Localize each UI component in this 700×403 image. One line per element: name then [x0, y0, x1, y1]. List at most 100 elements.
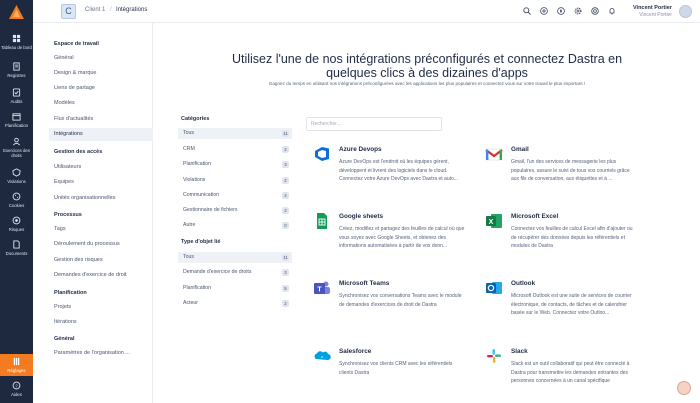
- menu-item-iterations[interactable]: Itérations: [54, 319, 77, 325]
- integration-card-gmail[interactable]: Gmail Gmail, l'un des services de messag…: [484, 144, 640, 204]
- menu-item-news-feed[interactable]: Flux d'actualités: [54, 116, 93, 122]
- teams-icon: T: [314, 281, 330, 294]
- nav-label: Violations: [7, 179, 26, 184]
- menu-item-teams[interactable]: Equipes: [54, 179, 74, 185]
- risks-icon: [12, 216, 21, 225]
- svg-text:sf: sf: [321, 355, 324, 359]
- category-all[interactable]: Tous 11: [178, 128, 292, 139]
- category-count: 3: [282, 161, 289, 168]
- nav-registers[interactable]: Registres: [0, 62, 33, 78]
- section-title: Espace de travail: [54, 41, 99, 47]
- menu-item-org-settings[interactable]: Paramètres de l'organisation ...: [54, 350, 130, 356]
- integration-card-salesforce[interactable]: sf Salesforce Synchronisez vos clients C…: [312, 346, 468, 403]
- integration-card-outlook[interactable]: Outlook Microsoft Outlook est une suite …: [484, 278, 640, 338]
- integration-card-teams[interactable]: T Microsoft Teams Synchronisez vos conve…: [312, 278, 468, 338]
- category-file-manager[interactable]: Gestionnaire de fichiers 2: [178, 205, 292, 216]
- menu-item-share-links[interactable]: Liens de partage: [54, 85, 95, 91]
- menu-item-org-units[interactable]: Unités organisationnelles: [54, 195, 115, 201]
- avatar[interactable]: [679, 5, 692, 18]
- menu-item-integrations[interactable]: Intégrations: [49, 128, 153, 141]
- nav-audits[interactable]: Audits: [0, 88, 33, 104]
- category-planning[interactable]: Planification 3: [178, 159, 292, 170]
- menu-item-tags[interactable]: Tags: [54, 226, 66, 232]
- menu-item-design[interactable]: Design & marque: [54, 70, 97, 76]
- menu-item-rights-requests[interactable]: Demandes d'exercice de droit: [54, 272, 127, 278]
- chat-assistant-avatar[interactable]: [677, 381, 691, 395]
- nav-documents[interactable]: Documents: [0, 240, 33, 256]
- object-type-count: 5: [282, 285, 289, 292]
- object-type-planning[interactable]: Planification 5: [178, 283, 292, 294]
- object-type-rights-requests[interactable]: Demande d'exercice de droits 3: [178, 267, 292, 278]
- category-communication[interactable]: Communication 4: [178, 190, 292, 201]
- nav-label: Risques: [8, 227, 25, 232]
- user-name[interactable]: Vincent Portier: [633, 5, 672, 11]
- dastra-logo-icon[interactable]: [9, 5, 24, 19]
- page-subtitle: Gagnez du temps en utilisant nos intégra…: [268, 81, 586, 86]
- nav-risks[interactable]: Risques: [0, 216, 33, 232]
- menu-item-templates[interactable]: Modèles: [54, 100, 75, 106]
- documents-icon: [13, 240, 20, 249]
- nav-planning[interactable]: Planification: [0, 112, 33, 128]
- menu-item-projects[interactable]: Projets: [54, 304, 71, 310]
- menu-item-risk-management[interactable]: Gestion des risques: [54, 257, 103, 263]
- cookies-icon: [12, 192, 21, 201]
- integration-card-google-sheets[interactable]: Google sheets Créez, modifiez et partage…: [312, 211, 468, 271]
- lifebuoy-icon[interactable]: [591, 7, 599, 15]
- integration-card-azure-devops[interactable]: Azure Devops Azure DevOps est l'endroit …: [312, 144, 468, 204]
- category-label: Planification: [183, 161, 211, 167]
- nav-label: Tableau de bord: [1, 45, 32, 50]
- settings-menu: Espace de travail Général Design & marqu…: [33, 23, 153, 403]
- integration-card-slack[interactable]: Slack Slack est un outil collaboratif qu…: [484, 346, 640, 403]
- dashboard-icon: [12, 34, 21, 43]
- breadcrumb-separator: /: [110, 7, 112, 13]
- integration-name: Outlook: [511, 280, 536, 287]
- integration-description: Slack est un outil collaboratif qui peut…: [511, 361, 630, 384]
- azure-devops-icon: [315, 147, 329, 161]
- search-icon[interactable]: [523, 7, 531, 15]
- nav-cookies[interactable]: Cookies: [0, 192, 33, 208]
- nav-label: Planification: [4, 123, 29, 128]
- integration-description: Créez, modifiez et partagez des feuilles…: [339, 226, 465, 249]
- page-title-line: Utilisez l'une de nos intégrations préco…: [231, 52, 623, 66]
- integrations-page: Utilisez l'une de nos intégrations préco…: [154, 23, 700, 403]
- gear-icon[interactable]: [574, 7, 582, 15]
- search-input[interactable]: Rechercher...: [306, 117, 442, 131]
- category-violations[interactable]: Violations 2: [178, 175, 292, 186]
- salesforce-icon: sf: [314, 351, 331, 361]
- nav-dashboard[interactable]: Tableau de bord: [0, 34, 33, 50]
- gmail-icon: [485, 148, 503, 161]
- menu-item-process-flow[interactable]: Déroulement du processus: [54, 241, 120, 247]
- category-other[interactable]: Autre 0: [178, 220, 292, 231]
- integration-description: Synchronisez vos clients CRM avec les ré…: [339, 361, 453, 376]
- add-icon[interactable]: [540, 7, 548, 15]
- nav-help[interactable]: ? Aides: [0, 381, 33, 397]
- nav-violations[interactable]: Violations: [0, 168, 33, 184]
- category-count: 2: [282, 177, 289, 184]
- svg-text:T: T: [317, 287, 322, 294]
- category-label: Tous: [183, 130, 194, 136]
- registers-icon: [13, 62, 20, 71]
- outlook-icon: [486, 282, 502, 294]
- bell-icon[interactable]: [608, 7, 616, 15]
- nav-label: Documents: [5, 251, 28, 256]
- nav-rights[interactable]: Exercices des droits: [0, 137, 33, 158]
- breadcrumb-client[interactable]: Client 1: [85, 7, 105, 13]
- category-crm[interactable]: CRM 2: [178, 144, 292, 155]
- category-count: 4: [282, 192, 289, 199]
- integration-description: Microsoft Outlook est une suite de servi…: [511, 293, 632, 316]
- category-label: Gestionnaire de fichiers: [183, 207, 238, 213]
- object-type-all[interactable]: Tous 11: [178, 252, 292, 263]
- compass-icon[interactable]: [557, 7, 565, 15]
- object-type-count: 2: [282, 300, 289, 307]
- audits-icon: [12, 88, 21, 97]
- nav-settings[interactable]: Réglages: [0, 354, 33, 376]
- object-type-actor[interactable]: Acteur 2: [178, 298, 292, 309]
- nav-label: Aides: [11, 392, 22, 397]
- menu-item-general[interactable]: Général: [54, 55, 74, 61]
- integration-card-excel[interactable]: X Microsoft Excel Connectez vos feuilles…: [484, 211, 640, 271]
- page-title: Utilisez l'une de nos intégrations préco…: [154, 52, 700, 80]
- menu-item-users[interactable]: Utilisateurs: [54, 164, 81, 170]
- nav-label: Réglages: [7, 368, 26, 373]
- integration-name: Salesforce: [339, 348, 372, 355]
- client-badge[interactable]: C: [61, 4, 76, 19]
